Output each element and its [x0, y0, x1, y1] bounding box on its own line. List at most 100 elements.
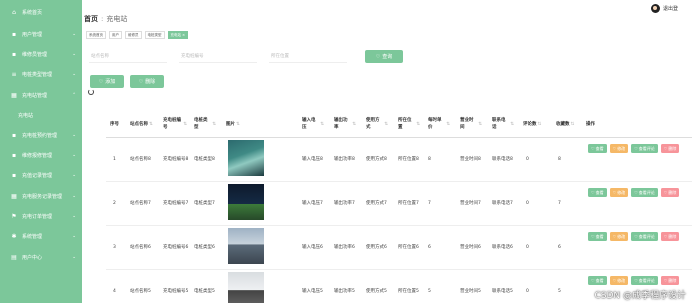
chevron-down-icon: ⌄ [72, 132, 76, 138]
tag-repairers[interactable]: 维修员 [125, 31, 142, 39]
station-image[interactable] [228, 184, 264, 220]
search-button[interactable]: ♡ 查询 [365, 50, 403, 63]
station-image[interactable] [228, 140, 264, 176]
cell-name: 站点名称8 [130, 157, 151, 162]
view-comments-button[interactable]: ♡ 查看评论 [631, 276, 658, 285]
station-image[interactable] [228, 272, 264, 303]
chevron-down-icon: ⌄ [72, 234, 76, 240]
cell-code: 充电桩编号8 [163, 157, 189, 162]
cell-name: 站点名称7 [130, 201, 151, 206]
col-comments[interactable]: 评论数 ⇅ [523, 110, 541, 138]
data-table: 序号 站点名称 ⇅ 充电桩编号 ⇅ 电桩类型 ⇅ 图片 ⇅ 输入电压 ⇅ 输出功率 ⇅ 使用… [106, 110, 692, 303]
cell-phone: 联系电话5 [492, 289, 513, 294]
breadcrumb-home[interactable]: 首页 [84, 15, 98, 23]
sidebar-item-label: 系统管理 [22, 234, 43, 241]
cell-usage: 使用方式7 [366, 201, 387, 206]
search-button-label: 查询 [382, 54, 393, 60]
cell-price: 7 [428, 201, 431, 206]
sidebar-item-recharge[interactable]: ▪ 充值记录管理 ⌄ [0, 166, 82, 186]
cell-favs: 8 [558, 157, 561, 162]
table-row: 2 站点名称7 充电桩编号7 电桩类型7 输入电压7 输出功率7 使用方式7 所在位置7 7 营业… [106, 182, 692, 226]
col-power[interactable]: 输出功率 ⇅ [334, 110, 356, 138]
view-comments-button[interactable]: ♡ 查看评论 [631, 188, 658, 197]
cell-voltage: 输入电压7 [302, 201, 323, 206]
tag-pile-types[interactable]: 电桩类型 [144, 31, 165, 39]
user-area[interactable]: 退出登 [650, 4, 678, 13]
loading-cursor-icon [88, 89, 94, 95]
cell-voltage: 输入电压8 [302, 157, 323, 162]
view-button[interactable]: ♡ 查看 [588, 232, 607, 241]
breadcrumb-separator: : [101, 15, 104, 23]
avatar[interactable] [650, 4, 660, 13]
col-location[interactable]: 所在位置 ⇅ [398, 110, 420, 138]
col-price[interactable]: 每时单价 ⇅ [428, 110, 450, 138]
sidebar-item-label: 充值记录管理 [22, 173, 53, 180]
delete-button[interactable]: ♡ 删除 [130, 75, 164, 88]
sidebar-item-home[interactable]: ⌂ 系统首页 [0, 0, 82, 24]
cell-code: 充电桩编号5 [163, 289, 189, 294]
pile-code-input[interactable]: 充电桩编号 [179, 50, 257, 63]
col-image[interactable]: 图片 ⇅ [226, 110, 240, 138]
sidebar-item-stations[interactable]: ▦ 充电站管理 ⌃ [0, 85, 82, 105]
row-delete-button[interactable]: ♡ 删除 [660, 232, 680, 241]
sidebar-item-label: 充电站管理 [22, 92, 48, 99]
sidebar-item-pile-types[interactable]: ≡ 电桩类型管理 ⌄ [0, 65, 82, 85]
view-button[interactable]: ♡ 查看 [588, 188, 607, 197]
cell-usage: 使用方式5 [366, 289, 387, 294]
view-button[interactable]: ♡ 查看 [588, 276, 607, 285]
row-delete-button[interactable]: ♡ 删除 [660, 276, 680, 285]
sidebar-subitem-station[interactable]: 充电站 [0, 105, 82, 125]
chevron-down-icon: ⌄ [72, 51, 76, 57]
sidebar-item-users[interactable]: ▪ 用户管理 ⌄ [0, 24, 82, 44]
col-usage[interactable]: 使用方式 ⇅ [366, 110, 388, 138]
location-input[interactable]: 所在位置 [269, 50, 347, 63]
col-favorites[interactable]: 收藏数 ⇅ [556, 110, 574, 138]
edit-button[interactable]: ♡ 修改 [609, 276, 629, 285]
tag-users[interactable]: 用户 [109, 31, 122, 39]
sidebar-item-reservations[interactable]: ▪ 充电桩预约管理 ⌄ [0, 125, 82, 145]
cell-power: 输出功率6 [334, 245, 355, 250]
edit-button[interactable]: ♡ 修改 [609, 188, 629, 197]
chevron-down-icon: ⌄ [72, 72, 76, 78]
cell-idx: 1 [113, 157, 116, 162]
cell-phone: 联系电话8 [492, 157, 513, 162]
view-comments-button-label: 查看评论 [638, 145, 655, 151]
col-phone[interactable]: 联系电话 ⇅ [492, 110, 514, 138]
sidebar-subitem-label: 充电站 [18, 112, 34, 119]
view-comments-button[interactable]: ♡ 查看评论 [631, 144, 658, 153]
edit-button[interactable]: ♡ 修改 [609, 144, 629, 153]
action-bar: ♡ 添加 ♡ 删除 [90, 75, 164, 88]
station-image[interactable] [228, 228, 264, 264]
edit-button[interactable]: ♡ 修改 [609, 232, 629, 241]
view-button[interactable]: ♡ 查看 [588, 144, 607, 153]
sidebar-item-service-records[interactable]: ▦ 充电服务记录管理 ⌄ [0, 186, 82, 206]
col-station-name[interactable]: 站点名称 ⇅ [130, 110, 156, 138]
col-hours[interactable]: 营业时间 ⇅ [460, 110, 482, 138]
add-button[interactable]: ♡ 添加 [90, 75, 124, 88]
sidebar-item-system[interactable]: ✱ 系统管理 ⌄ [0, 227, 82, 247]
station-name-input[interactable]: 站点名称 [89, 50, 167, 63]
edit-button-label: 修改 [617, 145, 626, 151]
view-comments-button[interactable]: ♡ 查看评论 [631, 232, 658, 241]
sidebar-item-user-center[interactable]: ▤ 用户中心 ⌄ [0, 247, 82, 267]
chevron-down-icon: ⌄ [72, 214, 76, 220]
sidebar-item-repairers[interactable]: ▪ 维修员管理 ⌄ [0, 44, 82, 64]
col-voltage[interactable]: 输入电压 ⇅ [302, 110, 324, 138]
card-icon: ▪ [11, 172, 17, 180]
chevron-down-icon: ⌄ [72, 254, 76, 260]
row-delete-button[interactable]: ♡ 删除 [660, 188, 680, 197]
grid-icon: ▦ [11, 192, 17, 200]
view-button-label: 查看 [595, 145, 604, 151]
cell-type: 电桩类型8 [194, 157, 215, 162]
logout-link[interactable]: 退出登 [663, 5, 678, 12]
sidebar-item-label: 电桩类型管理 [22, 72, 53, 79]
tag-stations[interactable]: 充电站 × [167, 31, 189, 39]
col-pile-code[interactable]: 充电桩编号 ⇅ [163, 110, 187, 138]
list-icon: ≡ [11, 71, 17, 79]
sidebar-item-orders[interactable]: ⚑ 充电订单管理 ⌄ [0, 206, 82, 226]
tag-home[interactable]: 系统首页 [86, 31, 106, 39]
sidebar-item-repairs[interactable]: ▪ 维修报修管理 ⌄ [0, 145, 82, 165]
col-pile-type[interactable]: 电桩类型 ⇅ [194, 110, 216, 138]
row-delete-button[interactable]: ♡ 删除 [660, 144, 680, 153]
cell-location: 所在位置8 [398, 157, 419, 162]
